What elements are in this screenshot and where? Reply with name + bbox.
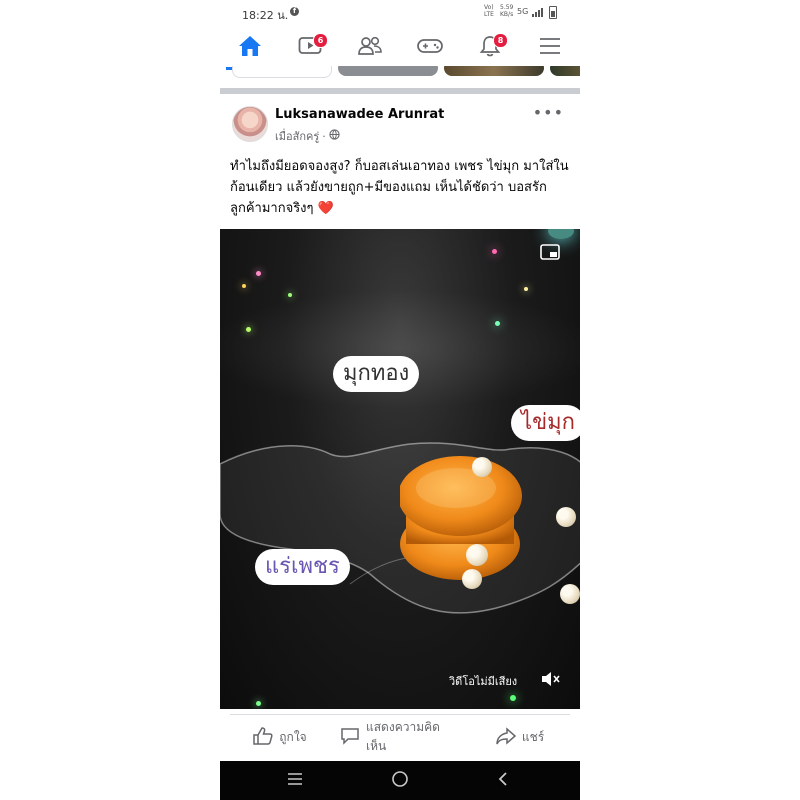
meta-separator: · [322,129,326,143]
back-arrow-icon [496,771,510,791]
share-label: แชร์ [521,729,545,744]
back-button[interactable] [473,761,533,800]
tab-home[interactable] [220,26,280,70]
tab-gaming[interactable] [400,26,460,70]
tab-watch[interactable]: 6 [280,26,340,70]
tab-friends[interactable] [340,26,400,70]
recent-apps-button[interactable] [265,761,325,800]
recent-apps-icon [286,771,304,790]
caption-text: ทำไมถึงมียอดจองสูง? ก็บอสเล่นเอาทอง เพชร… [230,159,569,216]
sparkle [256,271,261,276]
sparkle [492,249,497,254]
label-pearl: ไข่มุก [511,405,580,441]
thumbs-up-icon [253,726,273,748]
post-video[interactable]: มุกทอง ไข่มุก แร่เพชร วิดีโอไม่มีเสียง [220,229,580,709]
pearl [462,569,482,589]
post-header: Luksanawadee Arunrat เมื่อสักครู่ · ••• [220,96,580,156]
label-gold: มุกทอง [333,356,420,392]
heart-emoji: ❤️ [317,201,334,216]
globe-icon [329,129,340,143]
battery-icon [549,6,557,19]
status-time: 18:22 น. [242,9,289,22]
like-label: ถูกใจ [279,729,307,744]
sparkle [524,287,528,291]
comment-button[interactable]: แสดงความคิดเห็น [340,716,460,758]
story-card[interactable] [232,66,332,78]
sparkle [548,229,574,239]
more-options-icon[interactable]: ••• [533,105,564,121]
post-timestamp[interactable]: เมื่อสักครู่ [275,127,319,145]
android-navigation-bar [220,761,580,800]
pearl [556,507,576,527]
picture-in-picture-icon[interactable] [540,243,560,265]
feed-divider [220,88,580,94]
pearl [560,584,580,604]
home-button[interactable] [370,761,430,800]
sparkle [495,321,500,326]
pearl [466,544,488,566]
stories-strip[interactable] [220,66,580,78]
home-icon [238,35,262,61]
actions-divider [230,714,570,715]
tab-notifications[interactable]: 8 [460,26,520,70]
sparkle [256,701,261,706]
signal-icon [532,8,544,17]
muted-video-label: วิดีโอไม่มีเสียง [449,675,518,688]
sparkle [510,695,516,701]
comment-icon [340,727,360,748]
post-actions: ถูกใจ แสดงความคิดเห็น แชร์ [220,716,580,758]
pearl [472,457,492,477]
sparkle [246,327,251,332]
avatar[interactable] [232,106,268,142]
gamepad-icon [416,35,444,61]
sparkle [288,293,292,297]
label-diamond: แร่เพชร [255,549,350,585]
mute-icon[interactable] [540,669,562,693]
network-type: 5G [517,7,529,16]
like-button[interactable]: ถูกใจ [220,716,340,758]
status-bar: 18:22 น. f Vo) LTE 5.59 KB/s 5G [220,0,580,26]
facebook-notification-icon: f [290,7,299,16]
circle-home-icon [391,770,409,792]
post-meta: เมื่อสักครู่ · [275,127,340,145]
story-card[interactable] [550,66,580,76]
watch-badge: 6 [313,33,328,48]
post-caption: ทำไมถึงมียอดจองสูง? ก็บอสเล่นเอาทอง เพชร… [230,156,572,219]
network-speed: 5.59 KB/s [500,4,514,18]
sparkle [242,284,246,288]
share-button[interactable]: แชร์ [460,716,580,758]
story-card[interactable] [444,66,544,76]
post-author[interactable]: Luksanawadee Arunrat [275,107,444,122]
notifications-badge: 8 [493,33,508,48]
tab-menu[interactable] [520,26,580,70]
friends-icon [357,35,383,61]
phone-screen: 18:22 น. f Vo) LTE 5.59 KB/s 5G 6 8 Luks… [220,0,580,800]
story-card[interactable] [338,66,438,76]
comment-label: แสดงความคิดเห็น [366,720,440,753]
product-soap [400,456,522,580]
network-indicator: Vo) LTE [484,4,494,18]
share-icon [496,726,516,748]
top-navigation: 6 8 [220,26,580,70]
hamburger-icon [538,35,562,61]
